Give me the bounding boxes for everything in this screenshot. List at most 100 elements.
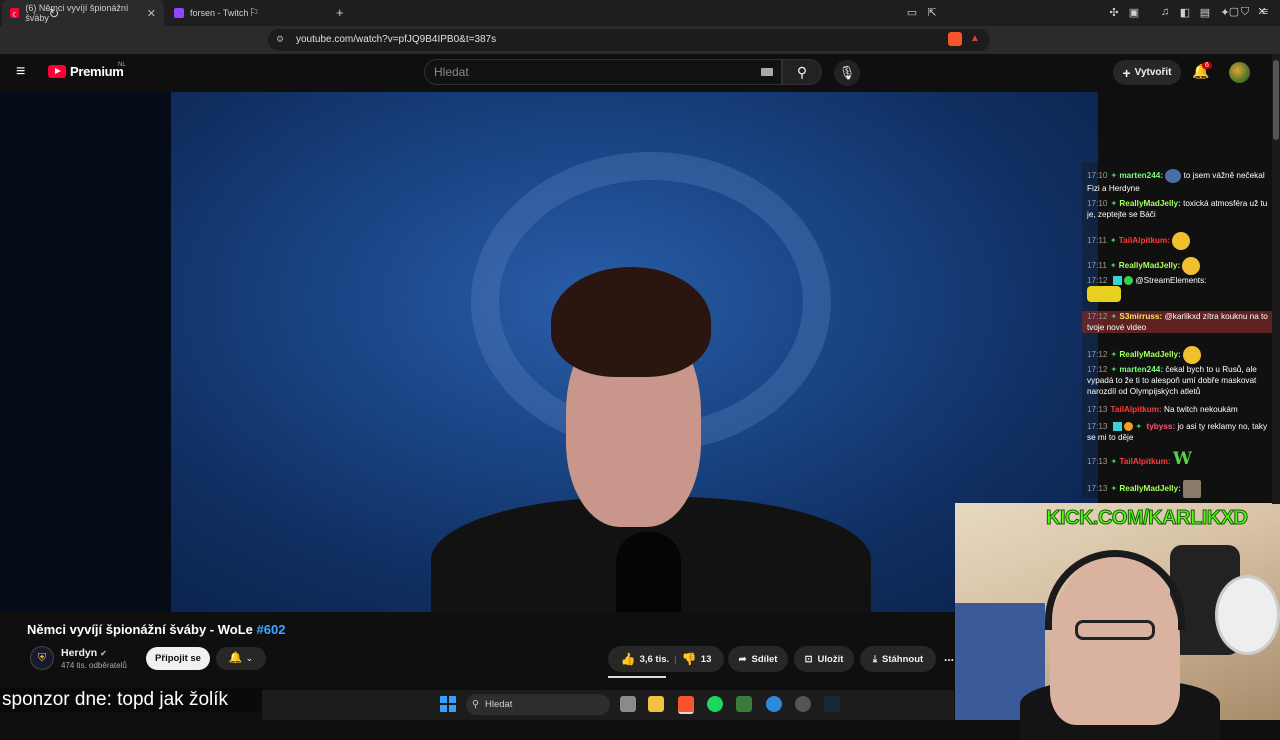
channel-name[interactable]: Herdyn ✔	[61, 647, 107, 659]
presenter-hair	[551, 267, 711, 377]
chat-message: 17:13 TailAlpitkum: Na twitch nekoukám	[1087, 404, 1275, 415]
chat-time: 17:12	[1087, 350, 1108, 360]
like-dislike-group: 👍 3,6 tis. | 👎 13	[608, 646, 724, 672]
leo-ai-icon[interactable]: ✦	[1217, 6, 1233, 19]
wallet-icon[interactable]: ▤	[1197, 6, 1213, 19]
badge-icon: ✦	[1110, 350, 1118, 360]
hashtag-link[interactable]: #602	[257, 622, 286, 637]
divider: |	[674, 653, 677, 665]
app-icon[interactable]	[736, 696, 752, 712]
new-tab-button[interactable]: +	[336, 5, 344, 20]
chat-time: 17:11	[1087, 236, 1107, 246]
task-view-icon[interactable]	[620, 696, 636, 712]
search-input[interactable]	[424, 59, 782, 85]
share-page-icon[interactable]: ⇱	[924, 6, 940, 19]
chat-message: 17:13 ✦ ReallyMadJelly:	[1087, 480, 1275, 498]
search-icon: ⚲	[472, 699, 479, 710]
emote-icon	[1165, 169, 1182, 183]
desk-fan	[1215, 575, 1280, 655]
back-icon[interactable]: ‹	[6, 6, 22, 21]
share-icon: ➦	[738, 653, 747, 665]
account-avatar[interactable]	[1229, 62, 1250, 83]
guide-menu-icon[interactable]: ≡	[16, 63, 25, 81]
badge-icon: ✦	[1110, 199, 1118, 208]
reload-icon[interactable]: ↻	[46, 6, 62, 22]
chat-time: 17:10	[1087, 199, 1108, 208]
like-count: 3,6 tis.	[639, 653, 670, 665]
obs-icon[interactable]	[795, 696, 811, 712]
vpn-icon[interactable]: ⛉	[1237, 6, 1253, 19]
microphone-icon: 🎙	[838, 65, 856, 80]
verified-badge-icon	[1124, 276, 1134, 286]
brave-rewards-icon[interactable]: ▲	[970, 33, 980, 44]
chat-time: 17:10	[1087, 171, 1108, 181]
chat-user: marten244:	[1119, 171, 1164, 181]
cast-icon[interactable]: ▭	[904, 6, 920, 19]
channel-name-text[interactable]: Herdyn	[61, 647, 97, 659]
video-player[interactable]	[0, 92, 1098, 612]
save-button[interactable]: ⊡ Uložit	[794, 646, 854, 672]
plus-icon: +	[1122, 64, 1131, 81]
voice-search-button[interactable]: 🎙	[834, 60, 860, 86]
download-label: Stáhnout	[882, 653, 924, 665]
file-explorer-icon[interactable]	[648, 696, 664, 712]
search-placeholder: Hledat	[434, 65, 469, 79]
create-label: Vytvořit	[1134, 67, 1172, 78]
music-icon[interactable]: ♫	[1157, 6, 1173, 18]
join-button[interactable]: Připojit se	[146, 647, 210, 670]
notification-count-badge: 6	[1202, 62, 1212, 69]
menu-icon[interactable]: ≡	[1257, 6, 1273, 18]
share-button[interactable]: ➦ Sdílet	[728, 646, 788, 672]
app-icon[interactable]	[766, 696, 782, 712]
channel-avatar[interactable]: ⛨	[30, 646, 54, 670]
download-icon: ⤓	[872, 653, 878, 665]
chevron-down-icon: ⌄	[245, 653, 254, 663]
microphone-object	[616, 532, 681, 612]
taskbar-search[interactable]: ⚲ Hledat	[466, 694, 610, 715]
chat-time: 17:12	[1087, 276, 1108, 285]
screenshot-icon[interactable]: ▣	[1126, 6, 1142, 19]
chat-time: 17:11	[1087, 261, 1107, 271]
more-actions-button[interactable]: ...	[944, 650, 954, 664]
bookmark-icon[interactable]: ⚐	[246, 6, 262, 19]
badge-icon: ✦	[1110, 365, 1118, 374]
chat-time: 17:13	[1087, 405, 1108, 414]
brave-shield-icon[interactable]	[948, 32, 962, 46]
chat-user: TailAlpitkum:	[1110, 405, 1162, 414]
chat-user: tybyss:	[1146, 422, 1176, 431]
thumbs-down-icon: 👎	[681, 652, 697, 666]
w-emote-text: W	[1172, 449, 1192, 469]
brave-browser-icon[interactable]	[678, 696, 694, 714]
chat-time: 17:13	[1087, 457, 1108, 466]
scrollbar-thumb[interactable]	[1273, 60, 1279, 140]
create-button[interactable]: + Vytvořit	[1113, 60, 1181, 85]
site-info-icon[interactable]: ⚙	[276, 34, 284, 45]
close-tab-icon[interactable]: ✕	[147, 7, 156, 20]
subscription-bell-button[interactable]: 🔔 ⌄	[216, 647, 266, 670]
premium-label[interactable]: Premium	[70, 64, 124, 79]
steam-icon[interactable]	[824, 696, 840, 712]
tab-title: (6) Němci vyvíjí špionážní šváby	[25, 3, 129, 23]
spotify-icon[interactable]	[707, 696, 723, 712]
dislike-button[interactable]: 👎 13	[682, 652, 712, 666]
chat-message: 17:13 ✦ TailAlpitkum: W	[1087, 451, 1275, 468]
download-button[interactable]: ⤓ Stáhnout	[860, 646, 936, 672]
chat-user: ReallyMadJelly:	[1119, 199, 1181, 208]
search-button[interactable]: ⚲	[782, 59, 822, 85]
youtube-logo-icon[interactable]	[48, 65, 66, 78]
glasses	[1075, 620, 1155, 640]
chat-message: 17:10 ✦ marten244: to jsem vážně nečekal F…	[1087, 169, 1275, 194]
chat-message: 17:11 ✦ TailAlpitkum:	[1087, 232, 1275, 250]
chat-time: 17:12	[1087, 365, 1108, 374]
sidebar-icon[interactable]: ◧	[1177, 6, 1193, 19]
forward-icon[interactable]: ›	[26, 6, 42, 21]
subtitle-banner: sponzor dne: topd jak žolík	[0, 688, 264, 712]
windows-start-icon[interactable]	[440, 696, 456, 712]
thumbs-up-icon: 👍	[620, 652, 636, 666]
extensions-icon[interactable]: ✣	[1106, 6, 1122, 19]
url-text[interactable]: youtube.com/watch?v=pfJQ9B4IPB0&t=387s	[296, 34, 496, 45]
badge-icon: ✦	[1110, 312, 1118, 321]
like-button[interactable]: 👍 3,6 tis.	[621, 652, 670, 666]
keyboard-icon[interactable]	[761, 68, 773, 76]
stream-chat-overlay: 17:10 ✦ marten244: to jsem vážně nečekal F…	[1082, 162, 1280, 498]
